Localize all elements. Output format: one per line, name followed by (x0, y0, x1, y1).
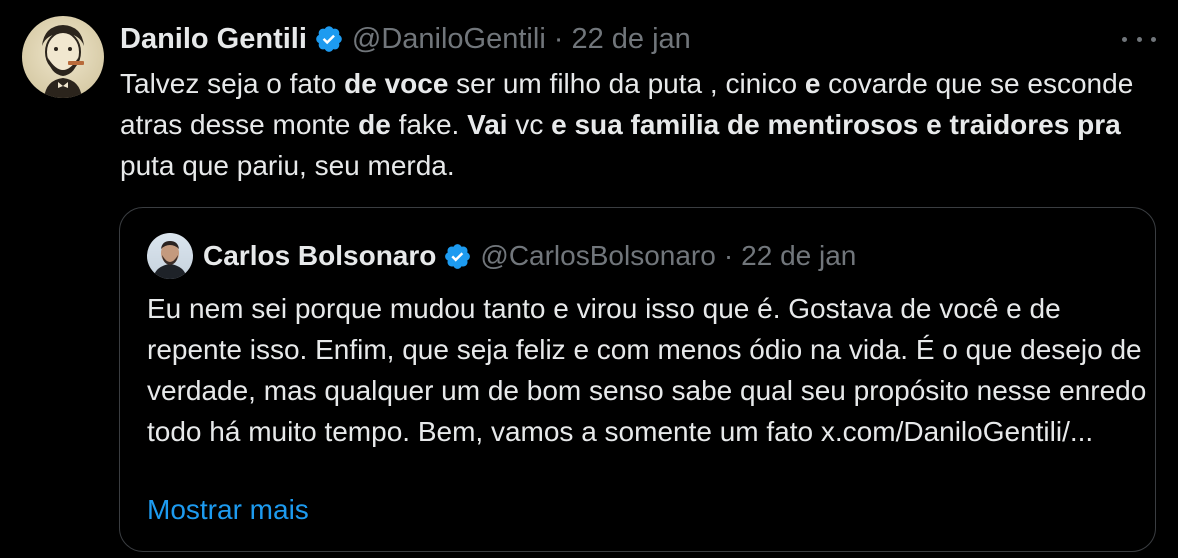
tweet-card[interactable]: Danilo Gentili @DaniloGentili · 22 de ja… (0, 0, 1178, 558)
tweet-header: Danilo Gentili @DaniloGentili · 22 de ja… (120, 20, 691, 58)
tweet-text-segment: puta que pariu, seu merda. (120, 150, 455, 181)
more-dot (1151, 36, 1156, 42)
show-more-link[interactable]: Mostrar mais (147, 489, 309, 530)
tweet-text: Talvez seja o fato de voce ser um filho … (120, 63, 1160, 186)
quote-date[interactable]: 22 de jan (741, 240, 856, 272)
author-avatar[interactable] (22, 16, 104, 98)
tweet-text-bold-segment: de voce (344, 68, 449, 99)
quote-text: Eu nem sei porque mudou tanto e virou is… (147, 293, 1147, 447)
verified-badge-icon[interactable] (443, 242, 472, 271)
author-name[interactable]: Danilo Gentili (120, 23, 307, 56)
quoted-tweet[interactable]: Carlos Bolsonaro @CarlosBolsonaro · 22 d… (119, 207, 1156, 552)
tweet-date[interactable]: 22 de jan (571, 23, 690, 56)
tweet-text-bold-segment: Vai (467, 109, 508, 140)
more-dot (1136, 36, 1142, 42)
quote-author-avatar[interactable] (147, 233, 193, 279)
more-dot (1122, 36, 1127, 42)
separator-dot: · (723, 240, 734, 271)
tweet-text-bold-segment: e sua familia de mentirosos e traidores … (551, 109, 1121, 140)
tweet-text-bold-segment: e (804, 68, 821, 99)
tweet-text-segment: ser um filho da puta , cinico (448, 68, 805, 99)
separator-dot: · (553, 22, 564, 55)
quote-author-name[interactable]: Carlos Bolsonaro (203, 240, 436, 272)
more-options-icon[interactable] (1122, 24, 1156, 54)
quote-header: Carlos Bolsonaro @CarlosBolsonaro · 22 d… (203, 237, 856, 275)
tweet-text-bold-segment: de (358, 109, 391, 140)
author-handle[interactable]: @DaniloGentili (352, 23, 546, 56)
tweet-text-segment: vc (507, 109, 552, 140)
verified-badge-icon[interactable] (314, 24, 344, 54)
tweet-text-segment: Talvez seja o fato (120, 68, 345, 99)
quote-author-handle[interactable]: @CarlosBolsonaro (480, 240, 715, 272)
tweet-text-segment: fake. (390, 109, 468, 140)
